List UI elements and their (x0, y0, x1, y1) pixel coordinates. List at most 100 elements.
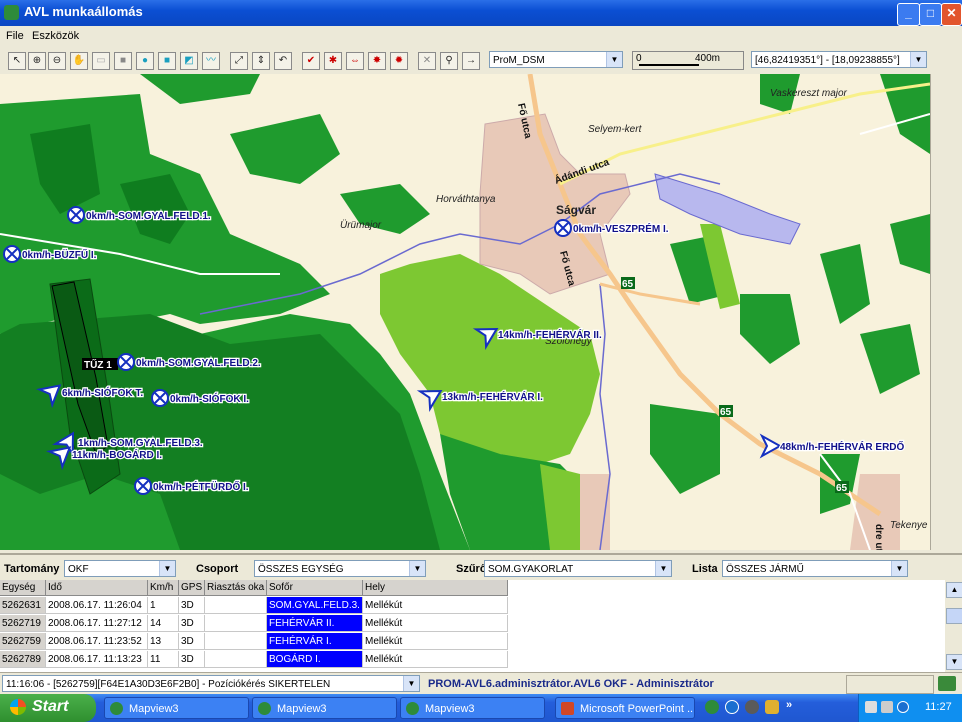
table-cell[interactable]: FEHÉRVÁR I. (267, 633, 363, 650)
table-cell[interactable]: SOM.GYAL.FELD.3. (267, 597, 363, 614)
network-icon[interactable] (938, 676, 956, 691)
square-tool-icon[interactable]: ■ (114, 52, 132, 70)
table-cell[interactable]: BOGÁRD I. (267, 651, 363, 668)
alarm-icon[interactable]: ✸ (368, 52, 386, 70)
tray-icon-1[interactable] (865, 701, 877, 713)
maximize-button[interactable]: □ (919, 3, 942, 26)
table-cell[interactable] (205, 633, 267, 650)
zoom-in-icon[interactable]: ⊕ (28, 52, 46, 70)
column-header-4[interactable]: Riasztás oka (205, 580, 267, 596)
app-icon (4, 5, 19, 20)
task-label: Mapview3 (277, 703, 327, 715)
clear-icon[interactable]: ✕ (418, 52, 436, 70)
table-cell[interactable]: 3D (179, 615, 205, 632)
pan-hand-icon[interactable]: ✋ (70, 52, 88, 70)
vehicle-table: Egység Idő Km/h GPS Riasztás oka Sofőr Hely 526… (0, 580, 945, 672)
table-cell[interactable]: 3D (179, 597, 205, 614)
zoom-fit-icon[interactable]: ⇕ (252, 52, 270, 70)
table-cell[interactable]: Mellékút (363, 651, 508, 668)
start-button[interactable]: Start (0, 694, 96, 722)
group-select[interactable]: ÖSSZES EGYSÉG ▼ (254, 560, 426, 577)
column-header-0[interactable]: Egység (0, 580, 46, 596)
column-header-1[interactable]: Idő (46, 580, 148, 596)
table-cell[interactable]: 2008.06.17. 11:23:52 (46, 633, 148, 650)
table-cell[interactable]: 14 (148, 615, 179, 632)
territory-select[interactable]: OKF ▼ (64, 560, 176, 577)
filter-label: Szűrő (456, 563, 487, 575)
polyline-tool-icon[interactable]: 〰 (202, 52, 220, 70)
quicklaunch-icon[interactable] (705, 700, 719, 714)
table-cell[interactable]: 13 (148, 633, 179, 650)
tray-icon-2[interactable] (881, 701, 893, 713)
vehicle-label: 0km/h-SIÓFOK I. (170, 392, 249, 405)
table-cell[interactable]: 2008.06.17. 11:26:04 (46, 597, 148, 614)
table-cell[interactable]: 5262789 (0, 651, 46, 668)
vehicle-tool-icon[interactable]: ✱ (324, 52, 342, 70)
table-cell[interactable]: 11 (148, 651, 179, 668)
chevron-down-icon: ▼ (655, 561, 671, 576)
alarm-settings-icon[interactable]: ✹ (390, 52, 408, 70)
place-label: Ürümajor (340, 219, 382, 231)
media-icon[interactable] (745, 700, 759, 714)
folder-icon[interactable] (765, 700, 779, 714)
column-header-3[interactable]: GPS (179, 580, 205, 596)
tray-network-icon[interactable] (897, 701, 909, 713)
title-bar: AVL munkaállomás _ □ ✕ (0, 0, 962, 26)
expand-icon[interactable]: » (786, 699, 792, 711)
group-label: Csoport (196, 563, 239, 575)
table-cell[interactable] (205, 651, 267, 668)
table-scrollbar[interactable]: ▲ ▼ (945, 580, 962, 672)
table-cell[interactable] (205, 597, 267, 614)
check-vehicle-icon[interactable]: ✔ (302, 52, 320, 70)
task-label: Mapview3 (129, 703, 179, 715)
table-cell[interactable]: 3D (179, 651, 205, 668)
filter-select[interactable]: SOM.GYAKORLAT ▼ (484, 560, 672, 577)
route-tool-icon[interactable]: ⇔ (346, 52, 364, 70)
table-cell[interactable]: Mellékút (363, 633, 508, 650)
column-header-2[interactable]: Km/h (148, 580, 179, 596)
table-cell[interactable] (205, 615, 267, 632)
task-button[interactable]: Mapview3 (104, 697, 249, 719)
log-select[interactable]: 11:16:06 - [5262759][F64E1A30D3E6F2B0] -… (2, 675, 420, 692)
task-button[interactable]: Microsoft PowerPoint ... (555, 697, 695, 719)
task-button[interactable]: Mapview3 (400, 697, 545, 719)
scroll-thumb[interactable] (946, 608, 962, 624)
scroll-up-icon[interactable]: ▲ (946, 582, 962, 598)
go-arrow-icon[interactable]: → (462, 52, 480, 70)
pointer-tool-icon[interactable]: ↖ (8, 52, 26, 70)
close-button[interactable]: ✕ (941, 3, 962, 26)
column-header-6[interactable]: Hely (363, 580, 508, 596)
table-cell[interactable]: Mellékút (363, 615, 508, 632)
scroll-down-icon[interactable]: ▼ (946, 654, 962, 670)
rect-select-icon[interactable]: ▭ (92, 52, 110, 70)
menu-tools[interactable]: Eszközök (32, 30, 79, 42)
zoom-out-icon[interactable]: ⊖ (48, 52, 66, 70)
polygon-tool-icon[interactable]: ◩ (180, 52, 198, 70)
circle-tool-icon[interactable]: ● (136, 52, 154, 70)
table-cell[interactable]: Mellékút (363, 597, 508, 614)
undo-view-icon[interactable]: ↶ (274, 52, 292, 70)
task-button[interactable]: Mapview3 (252, 697, 397, 719)
ie-icon[interactable] (725, 700, 739, 714)
table-cell[interactable]: 2008.06.17. 11:27:12 (46, 615, 148, 632)
menu-file[interactable]: File (6, 30, 24, 42)
list-select[interactable]: ÖSSZES JÁRMŰ ▼ (722, 560, 908, 577)
table-cell[interactable]: 1 (148, 597, 179, 614)
rectangle-tool-icon[interactable]: ■ (158, 52, 176, 70)
table-cell[interactable]: 2008.06.17. 11:13:23 (46, 651, 148, 668)
table-cell[interactable]: 5262631 (0, 597, 46, 614)
layer-select[interactable]: ProM_DSM ▼ (489, 51, 623, 68)
table-cell[interactable]: 5262719 (0, 615, 46, 632)
table-cell[interactable]: FEHÉRVÁR II. (267, 615, 363, 632)
zoom-extent-icon[interactable]: ⤢ (230, 52, 248, 70)
filter-value: SOM.GYAKORLAT (488, 564, 574, 575)
binoculars-icon[interactable]: ⚲ (440, 52, 458, 70)
column-header-5[interactable]: Sofőr (267, 580, 363, 596)
coordinate-display[interactable]: [46,82419351°] - [18,09238855°] ▼ (751, 51, 927, 68)
table-cell[interactable]: 3D (179, 633, 205, 650)
vehicle-label: 0km/h-BÜZFŰ I. (22, 248, 97, 261)
table-cell[interactable]: 5262759 (0, 633, 46, 650)
map-view[interactable]: Vaskereszt major Selyem-kert Horváthtanya Ü… (0, 74, 930, 550)
minimize-button[interactable]: _ (897, 3, 920, 26)
map-canvas[interactable]: Vaskereszt major Selyem-kert Horváthtanya Ü… (0, 74, 930, 550)
